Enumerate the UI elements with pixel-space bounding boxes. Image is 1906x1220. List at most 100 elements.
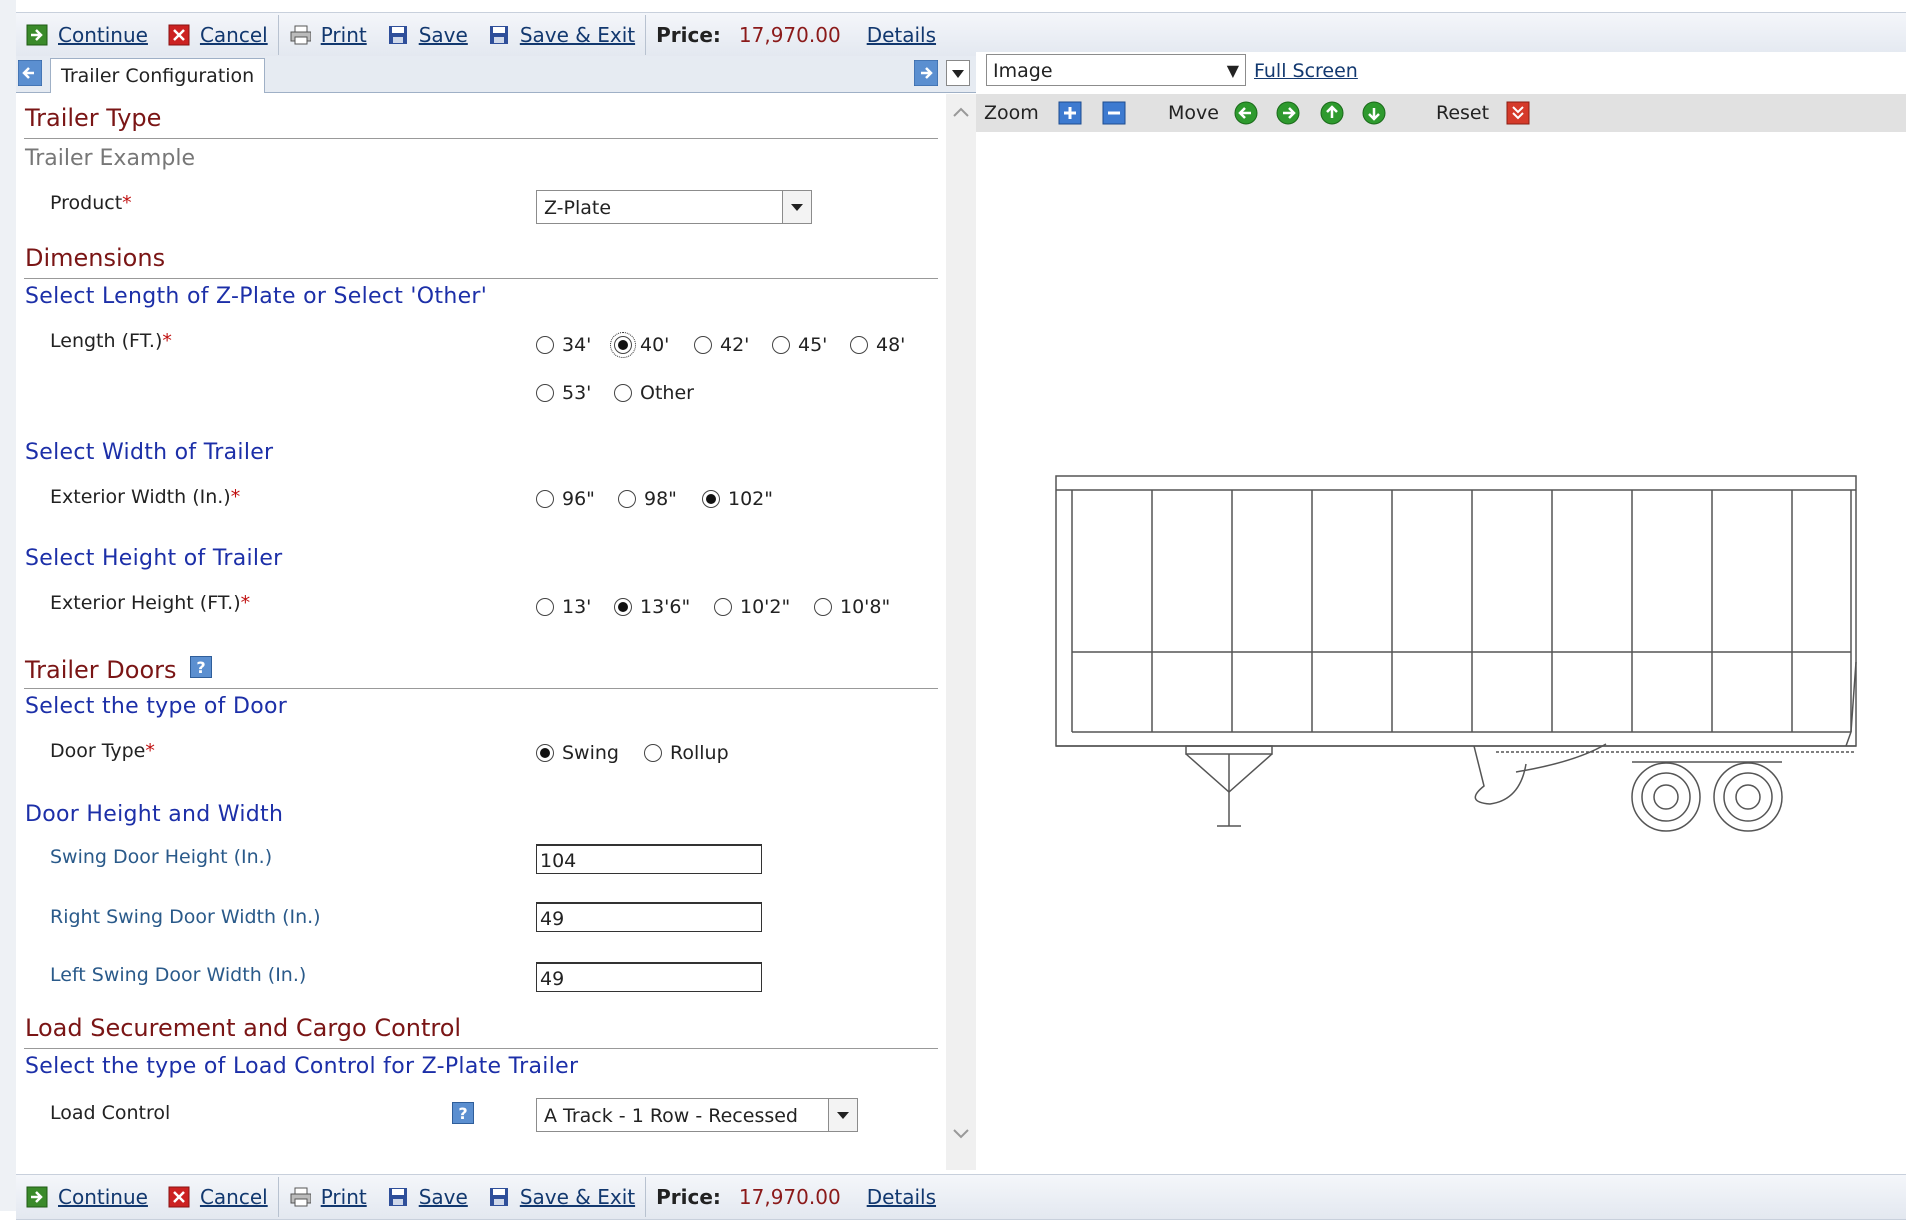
next-tab-button[interactable] bbox=[913, 59, 939, 87]
help-icon[interactable]: ? bbox=[452, 1102, 474, 1124]
save-button[interactable]: Save bbox=[377, 1185, 478, 1209]
save-link[interactable]: Save bbox=[419, 23, 468, 47]
height-option-13-6[interactable]: 13'6" bbox=[614, 596, 690, 618]
radio-button[interactable] bbox=[614, 384, 632, 402]
configuration-form: Trailer Type Trailer Example Product* Z-… bbox=[16, 94, 946, 1170]
cancel-link[interactable]: Cancel bbox=[200, 1185, 268, 1209]
print-link[interactable]: Print bbox=[321, 1185, 367, 1209]
reset-label: Reset bbox=[1436, 102, 1490, 124]
print-button[interactable]: Print bbox=[279, 23, 377, 47]
height-option-13[interactable]: 13' bbox=[536, 596, 591, 618]
trailer-image-canvas bbox=[976, 132, 1906, 1170]
section-title-dimensions: Dimensions bbox=[25, 244, 166, 272]
length-option-40[interactable]: 40' bbox=[610, 332, 669, 358]
section-divider bbox=[24, 1048, 938, 1049]
save-exit-button[interactable]: Save & Exit bbox=[478, 1185, 645, 1209]
width-option-102[interactable]: 102" bbox=[702, 488, 773, 510]
zoom-out-icon[interactable] bbox=[1102, 101, 1126, 125]
help-icon[interactable]: ? bbox=[190, 656, 212, 678]
move-left-icon[interactable] bbox=[1234, 101, 1258, 125]
save-exit-button[interactable]: Save & Exit bbox=[478, 23, 645, 47]
length-option-48[interactable]: 48' bbox=[850, 334, 905, 356]
radio-button[interactable] bbox=[536, 490, 554, 508]
radio-button[interactable] bbox=[814, 598, 832, 616]
height-heading: Select Height of Trailer bbox=[25, 546, 283, 571]
tab-list-dropdown[interactable] bbox=[946, 60, 970, 86]
radio-button[interactable] bbox=[644, 744, 662, 762]
continue-button[interactable]: Continue bbox=[16, 23, 158, 47]
width-option-96[interactable]: 96" bbox=[536, 488, 595, 510]
arrow-right-icon bbox=[913, 59, 939, 87]
radio-button[interactable] bbox=[536, 336, 554, 354]
chevron-down-icon bbox=[952, 70, 964, 78]
move-up-icon[interactable] bbox=[1320, 101, 1344, 125]
section-divider bbox=[24, 688, 938, 689]
left-swing-door-width-input[interactable]: 49 bbox=[536, 962, 762, 992]
continue-button[interactable]: Continue bbox=[16, 1185, 158, 1209]
reset-icon[interactable] bbox=[1506, 101, 1530, 125]
save-button[interactable]: Save bbox=[377, 23, 478, 47]
trailer-drawing bbox=[1055, 475, 1857, 832]
radio-button[interactable] bbox=[618, 490, 636, 508]
width-heading: Select Width of Trailer bbox=[25, 440, 274, 465]
zoom-in-icon[interactable] bbox=[1058, 101, 1082, 125]
radio-button[interactable] bbox=[702, 490, 720, 508]
cancel-button[interactable]: Cancel bbox=[158, 23, 278, 47]
print-button[interactable]: Print bbox=[279, 1185, 377, 1209]
swing-door-height-input[interactable]: 104 bbox=[536, 844, 762, 874]
save-exit-link[interactable]: Save & Exit bbox=[520, 23, 635, 47]
print-link[interactable]: Print bbox=[321, 23, 367, 47]
radio-button[interactable] bbox=[772, 336, 790, 354]
radio-button[interactable] bbox=[850, 336, 868, 354]
cancel-icon bbox=[168, 24, 190, 46]
height-option-10-8[interactable]: 10'8" bbox=[814, 596, 890, 618]
tab-trailer-configuration[interactable]: Trailer Configuration bbox=[50, 58, 266, 93]
cancel-link[interactable]: Cancel bbox=[200, 23, 268, 47]
printer-icon bbox=[289, 24, 311, 46]
radio-button[interactable] bbox=[536, 744, 554, 762]
arrow-left-icon bbox=[17, 59, 43, 87]
trailer-example-heading: Trailer Example bbox=[25, 146, 195, 171]
save-link[interactable]: Save bbox=[419, 1185, 468, 1209]
load-control-label: Load Control bbox=[50, 1102, 171, 1124]
length-option-53[interactable]: 53' bbox=[536, 382, 591, 404]
move-right-icon[interactable] bbox=[1276, 101, 1300, 125]
radio-button[interactable] bbox=[694, 336, 712, 354]
length-option-45[interactable]: 45' bbox=[772, 334, 827, 356]
door-type-swing[interactable]: Swing bbox=[536, 742, 619, 764]
continue-link[interactable]: Continue bbox=[58, 1185, 148, 1209]
door-type-rollup[interactable]: Rollup bbox=[644, 742, 729, 764]
length-option-34[interactable]: 34' bbox=[536, 334, 591, 356]
continue-link[interactable]: Continue bbox=[58, 23, 148, 47]
radio-button[interactable] bbox=[536, 598, 554, 616]
length-option-42[interactable]: 42' bbox=[694, 334, 749, 356]
price-value: 17,970.00 bbox=[738, 23, 841, 47]
previous-tab-button[interactable] bbox=[17, 59, 43, 87]
zoom-label: Zoom bbox=[984, 102, 1039, 124]
height-option-10-2[interactable]: 10'2" bbox=[714, 596, 790, 618]
length-option-other[interactable]: Other bbox=[614, 382, 694, 404]
radio-button[interactable] bbox=[714, 598, 732, 616]
right-swing-door-width-input[interactable]: 49 bbox=[536, 902, 762, 932]
move-down-icon[interactable] bbox=[1362, 101, 1386, 125]
cancel-button[interactable]: Cancel bbox=[158, 1185, 278, 1209]
viewer-toolbar: Zoom Move Reset bbox=[976, 94, 1906, 133]
full-screen-link[interactable]: Full Screen bbox=[1254, 60, 1358, 82]
width-option-98[interactable]: 98" bbox=[618, 488, 677, 510]
save-exit-link[interactable]: Save & Exit bbox=[520, 1185, 635, 1209]
price-display: Price: 17,970.00 Details bbox=[646, 23, 946, 47]
details-link[interactable]: Details bbox=[867, 1185, 936, 1209]
product-select[interactable]: Z-Plate bbox=[536, 190, 812, 224]
load-control-select[interactable]: A Track - 1 Row - Recessed bbox=[536, 1098, 858, 1132]
price-label: Price: bbox=[656, 23, 721, 47]
floppy-disk-icon bbox=[488, 24, 510, 46]
radio-button[interactable] bbox=[614, 598, 632, 616]
radio-button[interactable] bbox=[536, 384, 554, 402]
door-type-heading: Select the type of Door bbox=[25, 694, 288, 719]
right-swing-door-width-label: Right Swing Door Width (In.) bbox=[50, 906, 321, 928]
details-link[interactable]: Details bbox=[867, 23, 936, 47]
radio-button[interactable] bbox=[610, 332, 636, 358]
form-scrollbar[interactable] bbox=[946, 94, 976, 1170]
view-mode-select[interactable]: Image ▼ bbox=[986, 54, 1246, 86]
width-label: Exterior Width (In.)* bbox=[50, 486, 241, 508]
